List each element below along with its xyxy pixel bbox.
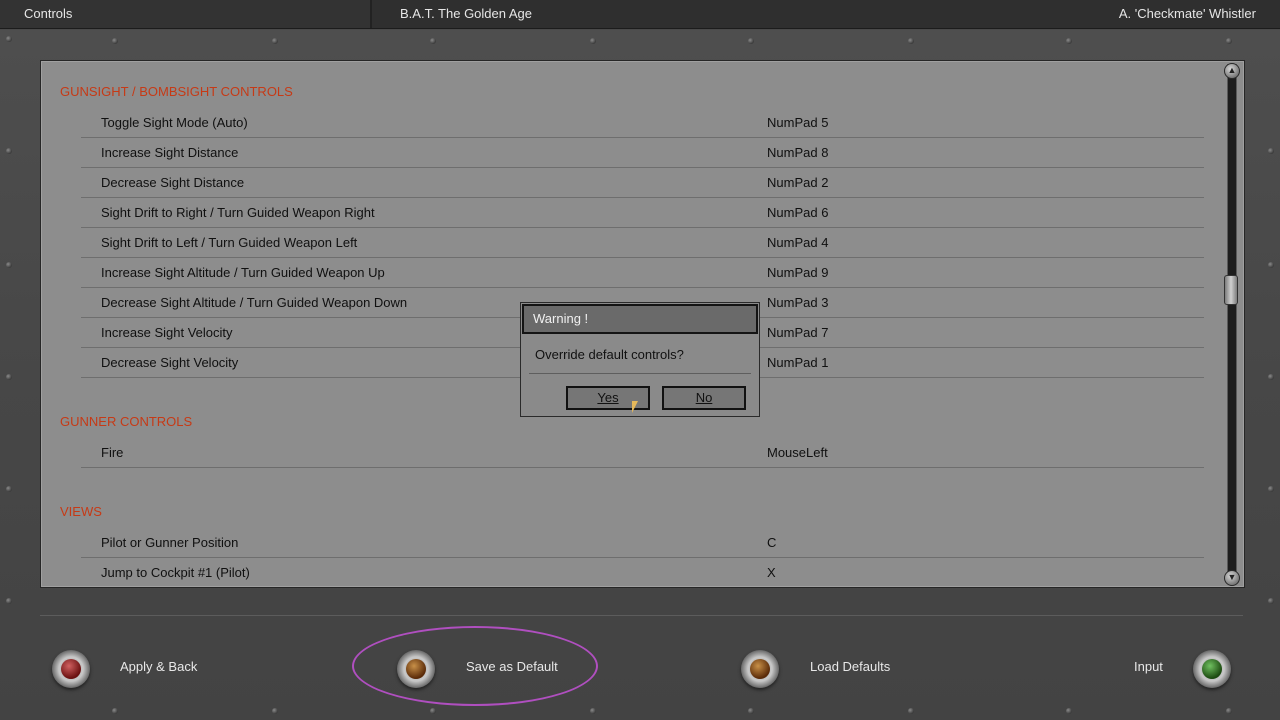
rivet	[6, 486, 12, 492]
no-button[interactable]: No	[662, 386, 746, 410]
control-key[interactable]: NumPad 8	[767, 145, 828, 160]
control-row[interactable]: Toggle Sight Mode (Auto) NumPad 5	[81, 107, 1204, 138]
control-label: Decrease Sight Altitude / Turn Guided We…	[101, 295, 408, 310]
input-knob[interactable]	[1193, 650, 1231, 688]
control-key[interactable]: X	[767, 565, 776, 580]
load-defaults-knob[interactable]	[741, 650, 779, 688]
control-key[interactable]: NumPad 5	[767, 115, 828, 130]
screen-name: Controls	[0, 0, 372, 28]
control-label: Sight Drift to Left / Turn Guided Weapon…	[101, 235, 358, 250]
control-label: Decrease Sight Distance	[101, 175, 245, 190]
rivet	[1268, 486, 1274, 492]
control-label: Jump to Cockpit #1 (Pilot)	[101, 565, 250, 580]
rivet	[590, 708, 596, 714]
bottom-divider	[40, 615, 1243, 616]
section-title-gunner: GUNNER CONTROLS	[60, 414, 193, 429]
highlight-ellipse	[352, 626, 598, 706]
section-title-views: VIEWS	[60, 504, 102, 519]
mouse-cursor-icon	[632, 401, 638, 413]
rivet	[1268, 262, 1274, 268]
scrollbar-thumb[interactable]	[1224, 275, 1238, 305]
control-key[interactable]: NumPad 7	[767, 325, 828, 340]
control-label: Decrease Sight Velocity	[101, 355, 239, 370]
control-key[interactable]: C	[767, 535, 776, 550]
apply-back-knob[interactable]	[52, 650, 90, 688]
scroll-down-button[interactable]: ▼	[1224, 570, 1240, 586]
control-key[interactable]: NumPad 9	[767, 265, 828, 280]
dialog-message: Override default controls?	[535, 347, 684, 362]
control-key[interactable]: NumPad 1	[767, 355, 828, 370]
scrollbar-track[interactable]	[1227, 64, 1237, 582]
rivet	[112, 38, 118, 44]
control-row[interactable]: Sight Drift to Left / Turn Guided Weapon…	[81, 227, 1204, 258]
control-label: Fire	[101, 445, 124, 460]
control-row[interactable]: Decrease Sight Distance NumPad 2	[81, 167, 1204, 198]
control-row[interactable]: Jump to Cockpit #1 (Pilot) X	[81, 557, 1204, 587]
control-key[interactable]: MouseLeft	[767, 445, 828, 460]
control-key[interactable]: NumPad 3	[767, 295, 828, 310]
rivet	[272, 708, 278, 714]
dialog-divider	[529, 373, 751, 374]
rivet	[430, 708, 436, 714]
rivet	[748, 708, 754, 714]
rivet	[1226, 708, 1232, 714]
load-defaults-button[interactable]: Load Defaults	[810, 659, 890, 674]
apply-back-button[interactable]: Apply & Back	[120, 659, 197, 674]
control-row[interactable]: Pilot or Gunner Position C	[81, 527, 1204, 558]
dialog-title: Warning !	[522, 304, 758, 334]
control-row[interactable]: Increase Sight Altitude / Turn Guided We…	[81, 257, 1204, 288]
rivet	[112, 708, 118, 714]
control-key[interactable]: NumPad 4	[767, 235, 828, 250]
rivet	[748, 38, 754, 44]
rivet	[6, 148, 12, 154]
rivet	[6, 262, 12, 268]
control-label: Increase Sight Altitude / Turn Guided We…	[101, 265, 385, 280]
game-title: B.A.T. The Golden Age	[400, 6, 533, 21]
rivet	[1226, 38, 1232, 44]
rivet	[1268, 598, 1274, 604]
rivet	[908, 708, 914, 714]
control-row[interactable]: Fire MouseLeft	[81, 437, 1204, 468]
rivet	[6, 36, 12, 42]
control-label: Sight Drift to Right / Turn Guided Weapo…	[101, 205, 375, 220]
control-row[interactable]: Increase Sight Distance NumPad 8	[81, 137, 1204, 168]
control-label: Increase Sight Distance	[101, 145, 239, 160]
warning-dialog: Warning ! Override default controls? Yes…	[520, 302, 760, 417]
rivet	[430, 38, 436, 44]
control-label: Toggle Sight Mode (Auto)	[101, 115, 248, 130]
green-lamp-icon	[1202, 659, 1222, 679]
control-label: Pilot or Gunner Position	[101, 535, 239, 550]
input-button[interactable]: Input	[1134, 659, 1163, 674]
rivet	[1066, 38, 1072, 44]
rivet	[908, 38, 914, 44]
amber-lamp-icon	[750, 659, 770, 679]
section-title-gunsight: GUNSIGHT / BOMBSIGHT CONTROLS	[60, 84, 293, 99]
rivet	[590, 38, 596, 44]
player-name: A. 'Checkmate' Whistler	[1118, 6, 1256, 21]
control-key[interactable]: NumPad 2	[767, 175, 828, 190]
top-bar: Controls B.A.T. The Golden Age A. 'Check…	[0, 0, 1280, 29]
rivet	[272, 38, 278, 44]
red-lamp-icon	[61, 659, 81, 679]
control-label: Increase Sight Velocity	[101, 325, 233, 340]
rivet	[6, 598, 12, 604]
rivet	[1268, 374, 1274, 380]
control-key[interactable]: NumPad 6	[767, 205, 828, 220]
rivet	[1066, 708, 1072, 714]
rivet	[6, 374, 12, 380]
scroll-up-button[interactable]: ▲	[1224, 63, 1240, 79]
rivet	[1268, 148, 1274, 154]
control-row[interactable]: Sight Drift to Right / Turn Guided Weapo…	[81, 197, 1204, 228]
